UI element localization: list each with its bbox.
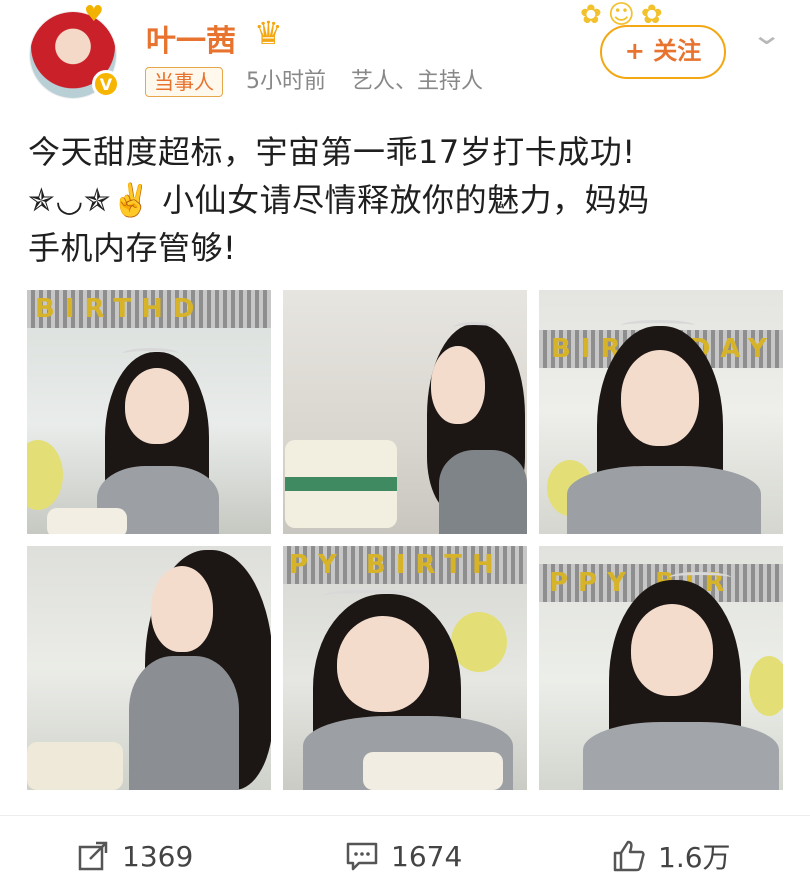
post-text-line: ✯◡✯✌️ 小仙女请尽情释放你的魅力，妈妈 [28, 181, 650, 219]
user-name[interactable]: 叶一茜 [146, 16, 236, 60]
photo-banner: PY BIRTH [283, 546, 527, 584]
party-tag: 当事人 [145, 67, 223, 97]
author-description: 艺人、主持人 [351, 69, 484, 94]
photo-5[interactable]: PY BIRTH [283, 546, 527, 790]
chevron-down-icon[interactable]: ⌄ [750, 18, 783, 51]
photo-6[interactable]: PPY BIR [539, 546, 783, 790]
like-icon [613, 840, 645, 872]
follow-button[interactable]: + 关注 [600, 25, 726, 79]
verified-badge-icon: V [92, 70, 120, 98]
share-icon [78, 841, 108, 871]
like-count: 1.6万 [658, 841, 731, 874]
photo-banner: BIRTHD [27, 290, 271, 328]
divider [0, 815, 810, 816]
post-text-line: 手机内存管够! [28, 229, 237, 267]
comment-count: 1674 [391, 839, 463, 873]
photo-3[interactable]: BIRTHDAY [539, 290, 783, 534]
banner-text: BIRTHD [35, 294, 205, 324]
post-text: 今天甜度超标，宇宙第一乖17岁打卡成功! ✯◡✯✌️ 小仙女请尽情释放你的魅力，… [28, 128, 788, 272]
avatar-decoration-icon: ♥ [84, 2, 104, 27]
share-count: 1369 [122, 839, 194, 873]
comment-button[interactable]: 1674 [345, 828, 462, 884]
post-meta: 5小时前 艺人、主持人 [246, 67, 501, 97]
photo-1[interactable]: BIRTHD [27, 290, 271, 534]
banner-text: PY BIRTH [289, 550, 504, 580]
action-bar: 1369 1674 1.6万 [0, 828, 810, 884]
post-text-line: 今天甜度超标，宇宙第一乖17岁打卡成功! [28, 133, 636, 171]
photo-2[interactable] [283, 290, 527, 534]
post-header: ♥ V 叶一茜 ♛ 当事人 5小时前 艺人、主持人 ✿☺✿ + 关注 ⌄ [0, 0, 810, 120]
comment-icon [346, 842, 378, 871]
post-time: 5小时前 [246, 69, 326, 94]
photo-grid: BIRTHD BIRTHDAY [27, 290, 783, 790]
crown-icon: ♛ [254, 14, 283, 52]
like-button[interactable]: 1.6万 [612, 828, 731, 884]
photo-4[interactable] [27, 546, 271, 790]
share-button[interactable]: 1369 [76, 828, 193, 884]
